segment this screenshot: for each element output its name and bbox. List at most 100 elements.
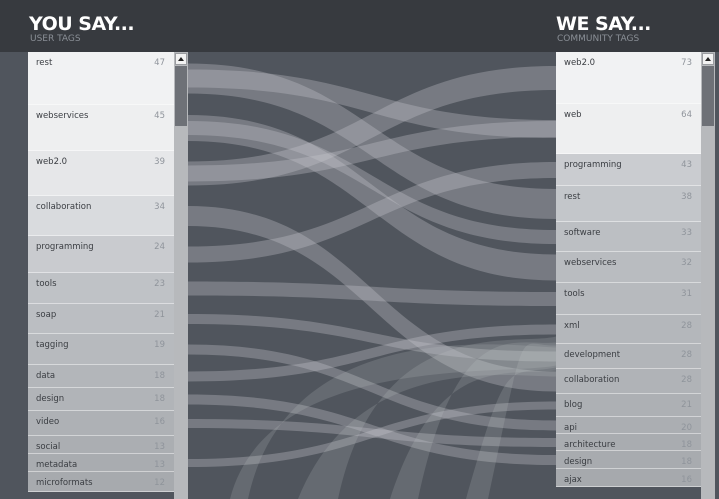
community-tag-item[interactable]: api 20: [556, 417, 701, 434]
user-tag-item[interactable]: data 18: [28, 365, 174, 388]
user-tag-count: 13: [154, 442, 165, 452]
user-tag-label: tagging: [36, 340, 69, 350]
user-tag-item[interactable]: soap 21: [28, 304, 174, 334]
user-tag-count: 23: [154, 279, 165, 289]
user-tag-count: 24: [154, 242, 165, 252]
community-tag-label: development: [564, 350, 621, 360]
user-tag-count: 39: [154, 157, 165, 167]
user-tag-count: 19: [154, 340, 165, 350]
community-tag-count: 43: [681, 160, 692, 170]
community-tag-label: web2.0: [564, 58, 596, 68]
community-tag-count: 20: [681, 423, 692, 433]
community-tag-label: software: [564, 228, 601, 238]
user-tag-label: microformats: [36, 478, 93, 488]
community-tag-label: api: [564, 423, 577, 433]
user-tag-label: programming: [36, 242, 94, 252]
user-tag-label: metadata: [36, 460, 78, 470]
user-tag-count: 12: [154, 478, 165, 488]
community-tag-count: 21: [681, 400, 692, 410]
user-tags-scroll-thumb[interactable]: [175, 66, 187, 126]
community-tag-count: 38: [681, 192, 692, 202]
community-tag-item[interactable]: web2.0 73: [556, 52, 701, 104]
community-tag-label: tools: [564, 289, 585, 299]
scroll-up-arrow-icon[interactable]: [702, 53, 714, 65]
user-tag-label: data: [36, 371, 56, 381]
user-tag-item[interactable]: rest 47: [28, 52, 174, 105]
community-tag-count: 73: [681, 58, 692, 68]
community-tag-label: collaboration: [564, 375, 620, 385]
community-tag-item[interactable]: programming 43: [556, 154, 701, 186]
community-tag-item[interactable]: collaboration 28: [556, 369, 701, 394]
community-tag-item[interactable]: software 33: [556, 222, 701, 252]
community-tags-heading: WE SAY...: [556, 13, 651, 35]
user-tags-subheading: USER TAGS: [30, 34, 81, 44]
community-tag-count: 64: [681, 110, 692, 120]
user-tag-count: 13: [154, 460, 165, 470]
user-tag-count: 16: [154, 417, 165, 427]
community-tag-item[interactable]: architecture 18: [556, 434, 701, 451]
user-tag-item[interactable]: video 16: [28, 411, 174, 436]
user-tag-label: rest: [36, 58, 53, 68]
user-tag-count: 18: [154, 371, 165, 381]
community-tag-label: webservices: [564, 258, 617, 268]
community-tag-item[interactable]: web 64: [556, 104, 701, 154]
community-tag-count: 28: [681, 321, 692, 331]
community-tag-item[interactable]: xml 28: [556, 315, 701, 344]
user-tag-item[interactable]: tools 23: [28, 273, 174, 304]
community-tag-item[interactable]: ajax 16: [556, 469, 701, 487]
community-tag-label: design: [564, 457, 593, 467]
community-tag-item[interactable]: tools 31: [556, 283, 701, 315]
user-tag-item[interactable]: webservices 45: [28, 105, 174, 151]
community-tag-count: 16: [681, 475, 692, 485]
user-tag-label: tools: [36, 279, 57, 289]
community-tag-item[interactable]: webservices 32: [556, 252, 701, 283]
user-tag-label: soap: [36, 310, 57, 320]
user-tag-count: 18: [154, 394, 165, 404]
community-tag-label: blog: [564, 400, 583, 410]
community-tag-item[interactable]: development 28: [556, 344, 701, 369]
community-tags-scroll-thumb[interactable]: [702, 66, 714, 126]
user-tag-label: video: [36, 417, 60, 427]
community-tags-subheading: COMMUNITY TAGS: [557, 34, 640, 44]
community-tag-item[interactable]: rest 38: [556, 186, 701, 222]
user-tags-scrollbar[interactable]: [174, 52, 188, 499]
user-tag-item[interactable]: social 13: [28, 436, 174, 454]
user-tag-label: webservices: [36, 111, 89, 121]
user-tags-list: rest 47 webservices 45 web2.0 39 collaboration…: [28, 52, 174, 499]
community-tag-label: rest: [564, 192, 581, 202]
community-tags-scrollbar[interactable]: [701, 52, 715, 499]
tag-comparison-app: YOU SAY... USER TAGS WE SAY... COMMUNITY…: [0, 0, 719, 499]
user-tag-item[interactable]: microformats 12: [28, 472, 174, 492]
user-tag-count: 21: [154, 310, 165, 320]
user-tag-label: social: [36, 442, 61, 452]
community-tag-label: web: [564, 110, 582, 120]
community-tags-list: web2.0 73 web 64 programming 43 rest 38 software…: [556, 52, 701, 499]
user-tags-heading: YOU SAY...: [29, 13, 135, 35]
user-tag-label: collaboration: [36, 202, 92, 212]
tag-flow-diagram: [188, 63, 556, 499]
community-tag-label: architecture: [564, 440, 616, 450]
user-tag-count: 34: [154, 202, 165, 212]
community-tag-item[interactable]: blog 21: [556, 394, 701, 417]
community-tag-label: ajax: [564, 475, 582, 485]
community-tag-label: xml: [564, 321, 580, 331]
user-tag-item[interactable]: metadata 13: [28, 454, 174, 472]
community-tag-count: 31: [681, 289, 692, 299]
user-tag-item[interactable]: design 18: [28, 388, 174, 411]
user-tag-item[interactable]: programming 24: [28, 236, 174, 273]
community-tag-count: 18: [681, 440, 692, 450]
community-tag-count: 28: [681, 375, 692, 385]
scroll-up-arrow-icon[interactable]: [175, 53, 187, 65]
user-tag-count: 45: [154, 111, 165, 121]
user-tag-count: 47: [154, 58, 165, 68]
community-tag-label: programming: [564, 160, 622, 170]
community-tag-count: 32: [681, 258, 692, 268]
community-tag-count: 33: [681, 228, 692, 238]
user-tag-item[interactable]: web2.0 39: [28, 151, 174, 196]
community-tag-count: 28: [681, 350, 692, 360]
user-tag-item[interactable]: collaboration 34: [28, 196, 174, 236]
user-tag-item[interactable]: tagging 19: [28, 334, 174, 365]
user-tag-label: web2.0: [36, 157, 68, 167]
community-tag-item[interactable]: design 18: [556, 451, 701, 469]
user-tag-label: design: [36, 394, 65, 404]
